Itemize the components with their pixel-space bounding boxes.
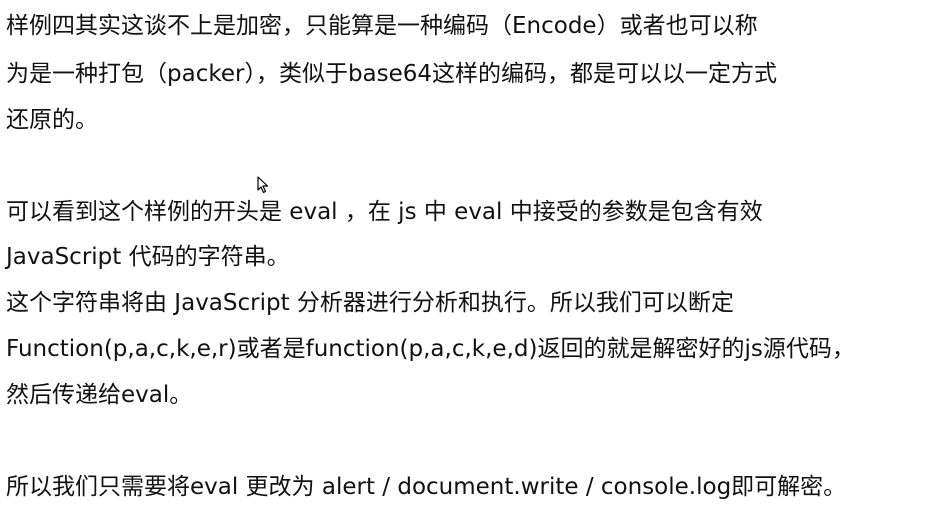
- text-line: 可以看到这个样例的开头是 eval ，在 js 中 eval 中接受的参数是包含…: [6, 199, 763, 225]
- text-line: 样例四其实这谈不上是加密，只能算是一种编码（Encode）或者也可以称: [6, 13, 758, 39]
- text-line: 这个字符串将由 JavaScript 分析器进行分析和执行。所以我们可以断定: [6, 290, 734, 316]
- mouse-pointer-icon: [257, 176, 269, 194]
- text-line: JavaScript 代码的字符串。: [6, 244, 290, 270]
- text-line: Function(p,a,c,k,e,r)或者是function(p,a,c,k…: [6, 336, 855, 362]
- text-line: 然后传递给eval。: [6, 382, 193, 408]
- text-line: 为是一种打包（packer），类似于base64这样的编码，都是可以以一定方式: [6, 61, 778, 87]
- text-line: 所以我们只需要将eval 更改为 alert / document.write …: [6, 474, 847, 500]
- text-line: 还原的。: [6, 107, 98, 133]
